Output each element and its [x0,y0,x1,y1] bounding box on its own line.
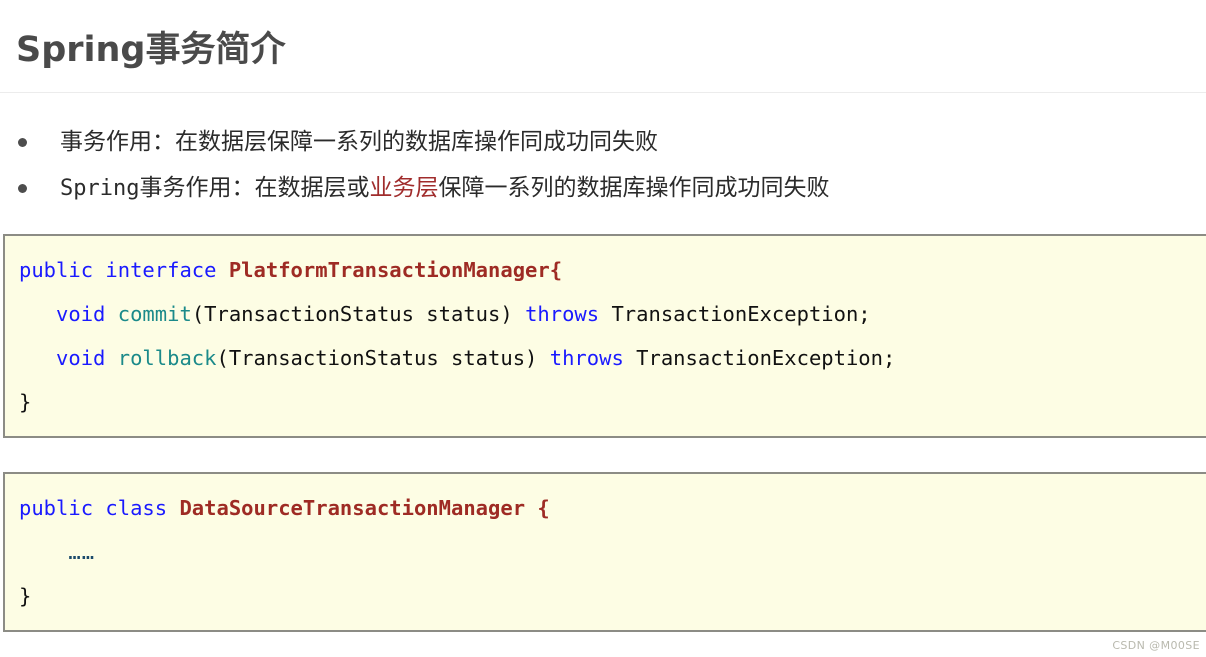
code-token: throws [525,301,600,326]
code-token: TransactionException; [599,301,871,326]
code-line: void commit(TransactionStatus status) th… [19,292,1206,336]
code-token: void [56,345,106,370]
code-token: } [19,583,32,608]
code-token: } [19,389,32,414]
code-block-datasource-transaction-manager: public class DataSourceTransactionManage… [3,471,1206,632]
code-token: DataSourceTransactionManager [179,495,526,520]
page-title-cjk: 事务简介 [145,30,286,71]
code-line: public class DataSourceTransactionManage… [19,486,1206,530]
page-title: Spring事务简介 [0,23,1206,68]
code-token: void [56,301,106,326]
code-block-platform-transaction-manager: public interface PlatformTransactionMana… [3,233,1206,438]
code-token: (TransactionStatus status) [191,301,526,326]
bullet-segment: 事务作用：在数据层或 [139,174,370,201]
code-token: TransactionException; [623,345,896,370]
bullet-text: 事务作用：在数据层保障一系列的数据库操作同成功同失败 [60,127,658,157]
code-token: interface [105,257,217,282]
bullet-text: Spring事务作用：在数据层或业务层保障一系列的数据库操作同成功同失败 [60,173,829,204]
code-line: public interface PlatformTransactionMana… [19,248,1206,292]
watermark: CSDN @M00SE [1112,639,1200,653]
bullet-segment: Spring [60,175,140,201]
code-token: public [19,257,94,282]
code-line: } [19,380,1206,424]
list-item: Spring事务作用：在数据层或业务层保障一系列的数据库操作同成功同失败 [0,173,1206,204]
code-token: rollback [117,345,217,370]
code-token: (TransactionStatus status) [216,345,550,370]
code-token: public [19,495,94,520]
bullet-list: 事务作用：在数据层保障一系列的数据库操作同成功同失败 Spring事务作用：在数… [0,93,1206,204]
code-token: { [549,257,563,282]
bullet-segment: 保障一系列的数据库操作同成功同失败 [438,174,830,201]
slide-root: Spring事务简介 事务作用：在数据层保障一系列的数据库操作同成功同失败 Sp… [0,23,1206,652]
code-line: …… [19,530,1206,574]
code-token: { [537,495,550,520]
code-token: class [105,495,168,520]
list-item: 事务作用：在数据层保障一系列的数据库操作同成功同失败 [0,127,1206,157]
code-token: commit [117,301,192,326]
bullet-dot-icon [18,183,27,193]
code-token: …… [68,539,96,564]
code-token: PlatformTransactionManager [228,257,550,282]
code-token: throws [549,345,624,370]
bullet-segment: 事务作用：在数据层保障一系列的数据库操作同成功同失败 [60,128,658,155]
bullet-dot-icon [18,137,27,147]
code-line: } [19,574,1206,618]
bullet-segment: 业务层 [369,174,439,201]
code-line: void rollback(TransactionStatus status) … [19,336,1206,380]
page-title-latin: Spring [16,30,146,71]
